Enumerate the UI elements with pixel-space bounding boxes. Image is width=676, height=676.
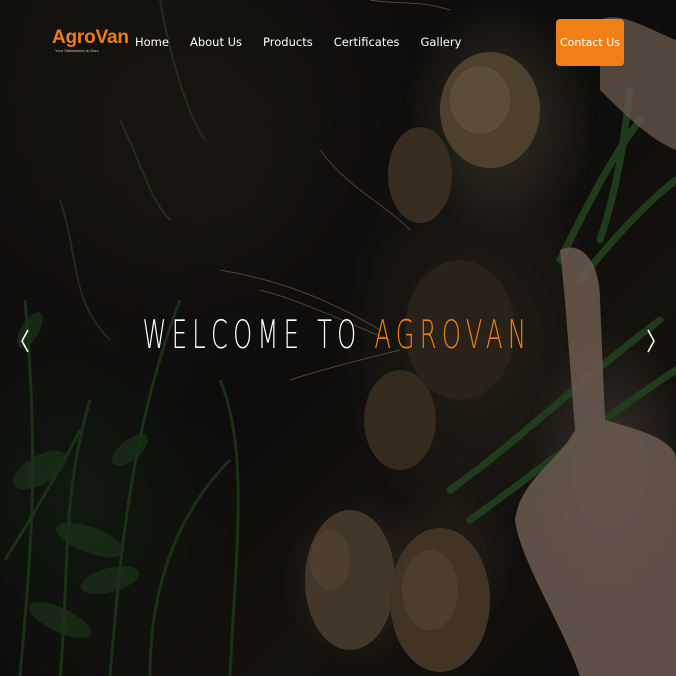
logo-tagline: Your Satisfaction is Ours [55,48,99,53]
hero-title-prefix: WELCOME TO [142,313,362,358]
brand-logo[interactable]: AgroVan Your Satisfaction is Ours [52,27,129,60]
chevron-left-icon [21,329,29,353]
logo-text: AgroVan [52,27,129,48]
nav-item-about-us[interactable]: About Us [190,33,242,51]
carousel-prev-button[interactable] [17,326,33,356]
nav-item-certificates[interactable]: Certificates [334,33,400,51]
nav-item-gallery[interactable]: Gallery [420,33,461,51]
main-nav: Home About Us Products Certificates Gall… [135,33,461,51]
nav-item-products[interactable]: Products [263,33,313,51]
hero-title: WELCOME TO AGROVAN [127,310,546,362]
hero-section: AgroVan Your Satisfaction is Ours Home A… [0,0,676,676]
hero-title-highlight: AGROVAN [374,313,532,358]
nav-item-home[interactable]: Home [135,33,169,51]
chevron-right-icon [647,329,655,353]
contact-us-button[interactable]: Contact Us [556,19,624,66]
carousel-next-button[interactable] [643,326,659,356]
navbar: AgroVan Your Satisfaction is Ours Home A… [0,0,676,84]
